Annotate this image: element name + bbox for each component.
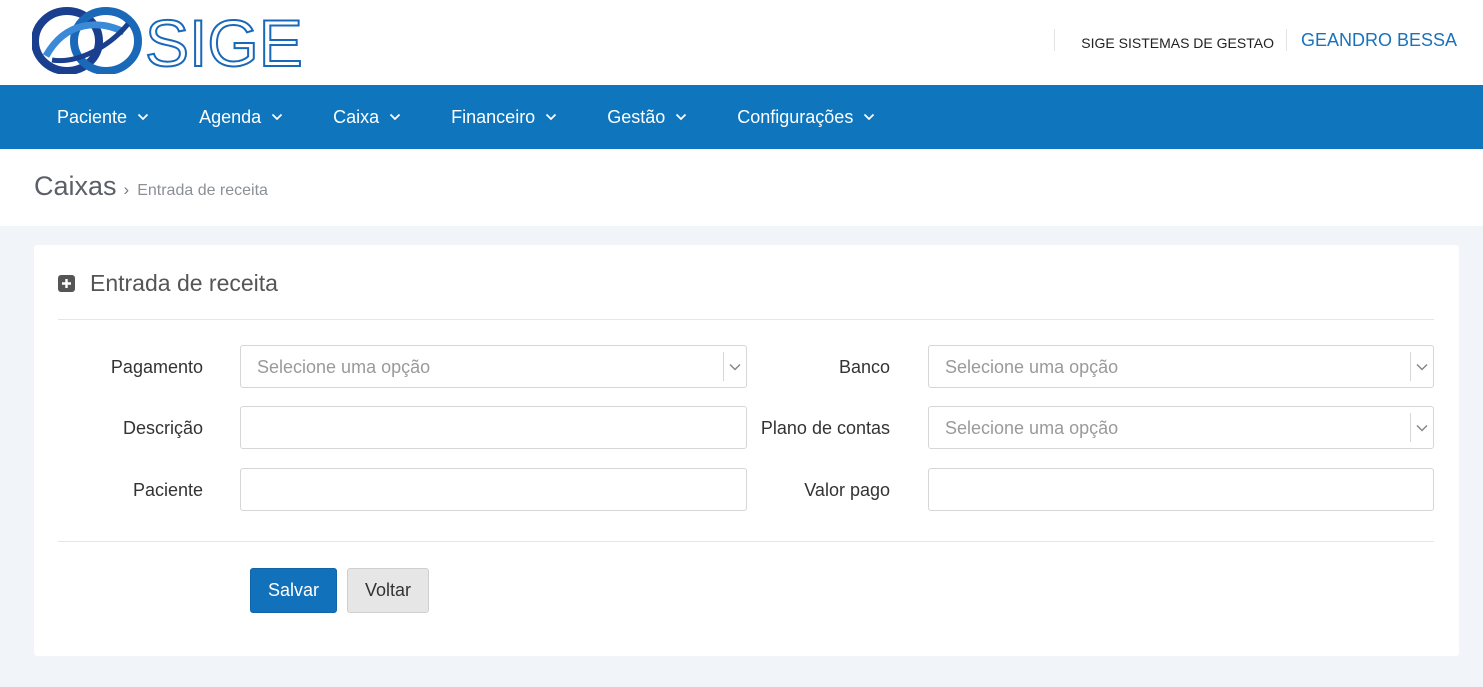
chevron-down-icon (1416, 363, 1428, 371)
main-navbar: Paciente Agenda Caixa Financeiro Gestão … (0, 85, 1483, 149)
nav-item-label: Paciente (57, 106, 128, 127)
nav-item-label: Financeiro (451, 106, 536, 127)
breadcrumb-caixas[interactable]: Caixas (34, 171, 117, 202)
plano-de-contas-label: Plano de contas (760, 418, 890, 438)
descricao-input[interactable] (240, 406, 747, 449)
breadcrumb: Caixas › Entrada de receita (34, 171, 268, 202)
nav-item-gestao[interactable]: Gestão (607, 107, 687, 128)
nav-item-agenda[interactable]: Agenda (199, 107, 283, 128)
banco-select[interactable]: Selecione uma opção (928, 345, 1434, 388)
sige-logo-icon: SIGE (31, 5, 304, 81)
page-header: Caixas › Entrada de receita (0, 149, 1483, 226)
chevron-down-icon (271, 113, 283, 121)
pagamento-label: Pagamento (110, 357, 203, 377)
nav-item-label: Agenda (199, 106, 262, 127)
save-button[interactable]: Salvar (250, 568, 337, 613)
select-arrow[interactable] (1410, 413, 1433, 442)
nav-item-paciente[interactable]: Paciente (57, 107, 149, 128)
chevron-down-icon (137, 113, 149, 121)
chevron-down-icon (1416, 424, 1428, 432)
chevron-down-icon (390, 113, 401, 121)
plano-placeholder: Selecione uma opção (945, 418, 1119, 438)
top-right-area: SIGE SISTEMAS DE GESTAO GEANDRO BESSA (1054, 28, 1457, 52)
paciente-label: Paciente (132, 480, 203, 500)
plus-square-icon (58, 275, 75, 292)
user-menu[interactable]: GEANDRO BESSA (1287, 30, 1457, 51)
valor-pago-input[interactable] (928, 468, 1434, 511)
banco-label: Banco (838, 357, 890, 377)
back-button[interactable]: Voltar (347, 568, 429, 613)
form-panel: Entrada de receita Pagamento Selecione u… (34, 245, 1459, 656)
divider (58, 541, 1434, 542)
sige-logo[interactable]: SIGE (31, 5, 304, 81)
svg-text:SIGE: SIGE (145, 6, 302, 74)
panel-title: Entrada de receita (58, 270, 278, 297)
panel-title-text: Entrada de receita (90, 270, 278, 296)
banco-placeholder: Selecione uma opção (945, 357, 1119, 377)
pagamento-select[interactable]: Selecione uma opção (240, 345, 747, 388)
select-arrow[interactable] (723, 352, 746, 381)
valor-pago-label: Valor pago (804, 480, 890, 500)
breadcrumb-current: Entrada de receita (137, 182, 268, 199)
plano-de-contas-select[interactable]: Selecione uma opção (928, 406, 1434, 449)
nav-item-caixa[interactable]: Caixa (333, 107, 401, 128)
select-arrow[interactable] (1410, 352, 1433, 381)
pagamento-placeholder: Selecione uma opção (257, 357, 431, 377)
nav-item-configuracoes[interactable]: Configurações (737, 107, 875, 128)
divider (58, 319, 1434, 320)
top-header: SIGE SIGE SISTEMAS DE GESTAO GEANDRO BES… (0, 0, 1483, 85)
nav-item-label: Caixa (333, 106, 380, 127)
breadcrumb-separator: › (123, 180, 130, 199)
company-name: SIGE SISTEMAS DE GESTAO (1081, 35, 1274, 51)
chevron-down-icon (864, 113, 875, 121)
nav-item-financeiro[interactable]: Financeiro (451, 107, 557, 128)
chevron-down-icon (676, 113, 687, 121)
chevron-down-icon (729, 363, 741, 371)
nav-item-label: Gestão (607, 106, 666, 127)
paciente-input[interactable] (240, 468, 747, 511)
descricao-label: Descrição (122, 418, 203, 438)
chevron-down-icon (546, 113, 557, 121)
nav-item-label: Configurações (737, 106, 854, 127)
